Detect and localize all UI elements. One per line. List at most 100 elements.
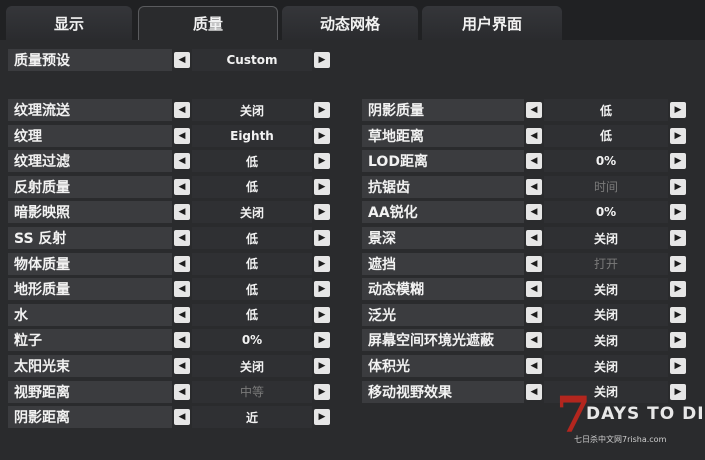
arrow-left-icon[interactable]: ◀: [526, 255, 542, 272]
setting-value: 关闭: [544, 355, 668, 377]
setting-label: 景深: [362, 227, 524, 249]
setting-value: 低: [192, 175, 312, 198]
setting-row-quality-preset: 质量预设 ◀ Custom ▶: [8, 49, 332, 71]
arrow-left-icon[interactable]: ◀: [174, 281, 190, 298]
arrow-right-icon[interactable]: ▶: [314, 178, 330, 195]
setting-row: 水 ◀ 低 ▶: [8, 303, 332, 326]
arrow-right-icon[interactable]: ▶: [314, 255, 330, 272]
arrow-right-icon[interactable]: ▶: [670, 306, 686, 323]
arrow-left-icon[interactable]: ◀: [174, 127, 190, 144]
setting-row: 体积光 ◀ 关闭 ▶: [362, 355, 688, 377]
arrow-left-icon[interactable]: ◀: [526, 230, 542, 246]
arrow-left-icon[interactable]: ◀: [526, 358, 542, 374]
setting-label: 遮挡: [362, 252, 524, 275]
arrow-left-icon[interactable]: ◀: [174, 153, 190, 170]
setting-label: 纹理过滤: [8, 150, 172, 173]
setting-row: 草地距离 ◀ 低 ▶: [362, 124, 688, 147]
arrow-right-icon[interactable]: ▶: [314, 306, 330, 323]
arrow-right-icon[interactable]: ▶: [314, 52, 330, 68]
arrow-right-icon[interactable]: ▶: [314, 358, 330, 374]
setting-row: 太阳光束 ◀ 关闭 ▶: [8, 355, 332, 377]
7-days-to-die-logo: 7 DAYS TO DIE 七日杀中文网7risha.com: [556, 390, 705, 452]
arrow-right-icon[interactable]: ▶: [670, 281, 686, 298]
setting-label: 太阳光束: [8, 355, 172, 377]
setting-label: 反射质量: [8, 175, 172, 198]
setting-label: 水: [8, 303, 172, 326]
arrow-left-icon[interactable]: ◀: [174, 409, 190, 426]
arrow-right-icon[interactable]: ▶: [314, 230, 330, 246]
arrow-right-icon[interactable]: ▶: [314, 204, 330, 221]
setting-row: 遮挡 ◀ 打开 ▶: [362, 252, 688, 275]
setting-label: 粒子: [8, 329, 172, 352]
arrow-right-icon[interactable]: ▶: [670, 153, 686, 170]
arrow-right-icon[interactable]: ▶: [670, 332, 686, 349]
tab-display[interactable]: 显示: [6, 6, 132, 40]
arrow-left-icon[interactable]: ◀: [526, 127, 542, 144]
setting-value: 关闭: [544, 329, 668, 352]
setting-label: 动态模糊: [362, 278, 524, 301]
setting-value: 低: [192, 227, 312, 249]
setting-label: 体积光: [362, 355, 524, 377]
arrow-left-icon[interactable]: ◀: [526, 281, 542, 298]
arrow-right-icon[interactable]: ▶: [670, 178, 686, 195]
setting-label: 草地距离: [362, 124, 524, 147]
arrow-left-icon[interactable]: ◀: [174, 358, 190, 374]
arrow-right-icon[interactable]: ▶: [670, 204, 686, 221]
arrow-left-icon[interactable]: ◀: [174, 332, 190, 349]
setting-row: AA锐化 ◀ 0% ▶: [362, 201, 688, 224]
setting-value: 近: [192, 406, 312, 429]
arrow-left-icon[interactable]: ◀: [526, 383, 542, 400]
arrow-right-icon[interactable]: ▶: [670, 127, 686, 144]
setting-row: 纹理过滤 ◀ 低 ▶: [8, 150, 332, 173]
arrow-left-icon[interactable]: ◀: [174, 306, 190, 323]
arrow-left-icon[interactable]: ◀: [526, 153, 542, 170]
setting-label: AA锐化: [362, 201, 524, 224]
arrow-left-icon[interactable]: ◀: [174, 102, 190, 118]
arrow-right-icon[interactable]: ▶: [314, 153, 330, 170]
tab-user-interface[interactable]: 用户界面: [422, 6, 562, 40]
setting-value: 关闭: [544, 278, 668, 301]
setting-row: LOD距离 ◀ 0% ▶: [362, 150, 688, 173]
tab-label: 动态网格: [319, 14, 380, 33]
setting-value: 关闭: [192, 201, 312, 224]
arrow-right-icon[interactable]: ▶: [670, 255, 686, 272]
setting-label: LOD距离: [362, 150, 524, 173]
tab-quality[interactable]: 质量: [138, 6, 278, 40]
arrow-right-icon[interactable]: ▶: [314, 102, 330, 118]
setting-row: 反射质量 ◀ 低 ▶: [8, 175, 332, 198]
arrow-left-icon[interactable]: ◀: [174, 230, 190, 246]
arrow-right-icon[interactable]: ▶: [314, 332, 330, 349]
tab-dynamic-mesh[interactable]: 动态网格: [282, 6, 418, 40]
arrow-right-icon[interactable]: ▶: [314, 281, 330, 298]
arrow-left-icon[interactable]: ◀: [174, 255, 190, 272]
arrow-left-icon[interactable]: ◀: [526, 306, 542, 323]
setting-value: 0%: [544, 201, 668, 224]
setting-value: Custom: [192, 49, 312, 71]
arrow-left-icon[interactable]: ◀: [526, 332, 542, 349]
setting-row: 屏幕空间环境光遮蔽 ◀ 关闭 ▶: [362, 329, 688, 352]
arrow-right-icon[interactable]: ▶: [670, 102, 686, 118]
setting-row: 暗影映照 ◀ 关闭 ▶: [8, 201, 332, 224]
arrow-right-icon[interactable]: ▶: [670, 358, 686, 374]
setting-value: 打开: [544, 252, 668, 275]
arrow-left-icon[interactable]: ◀: [174, 204, 190, 221]
arrow-left-icon[interactable]: ◀: [526, 204, 542, 221]
setting-value: Eighth: [192, 124, 312, 147]
arrow-right-icon[interactable]: ▶: [314, 383, 330, 400]
setting-value: 关闭: [544, 227, 668, 249]
arrow-right-icon[interactable]: ▶: [314, 409, 330, 426]
arrow-left-icon[interactable]: ◀: [526, 178, 542, 195]
logo-site-text: 七日杀中文网7risha.com: [574, 435, 667, 444]
arrow-left-icon[interactable]: ◀: [174, 178, 190, 195]
arrow-left-icon[interactable]: ◀: [526, 102, 542, 118]
arrow-right-icon[interactable]: ▶: [670, 230, 686, 246]
arrow-left-icon[interactable]: ◀: [174, 52, 190, 68]
setting-label: 质量预设: [8, 49, 172, 71]
arrow-left-icon[interactable]: ◀: [174, 383, 190, 400]
setting-value: 低: [192, 278, 312, 301]
setting-row: SS 反射 ◀ 低 ▶: [8, 227, 332, 249]
setting-label: 纹理流送: [8, 99, 172, 121]
arrow-right-icon[interactable]: ▶: [314, 127, 330, 144]
setting-value: 低: [192, 252, 312, 275]
setting-value: 关闭: [192, 99, 312, 121]
